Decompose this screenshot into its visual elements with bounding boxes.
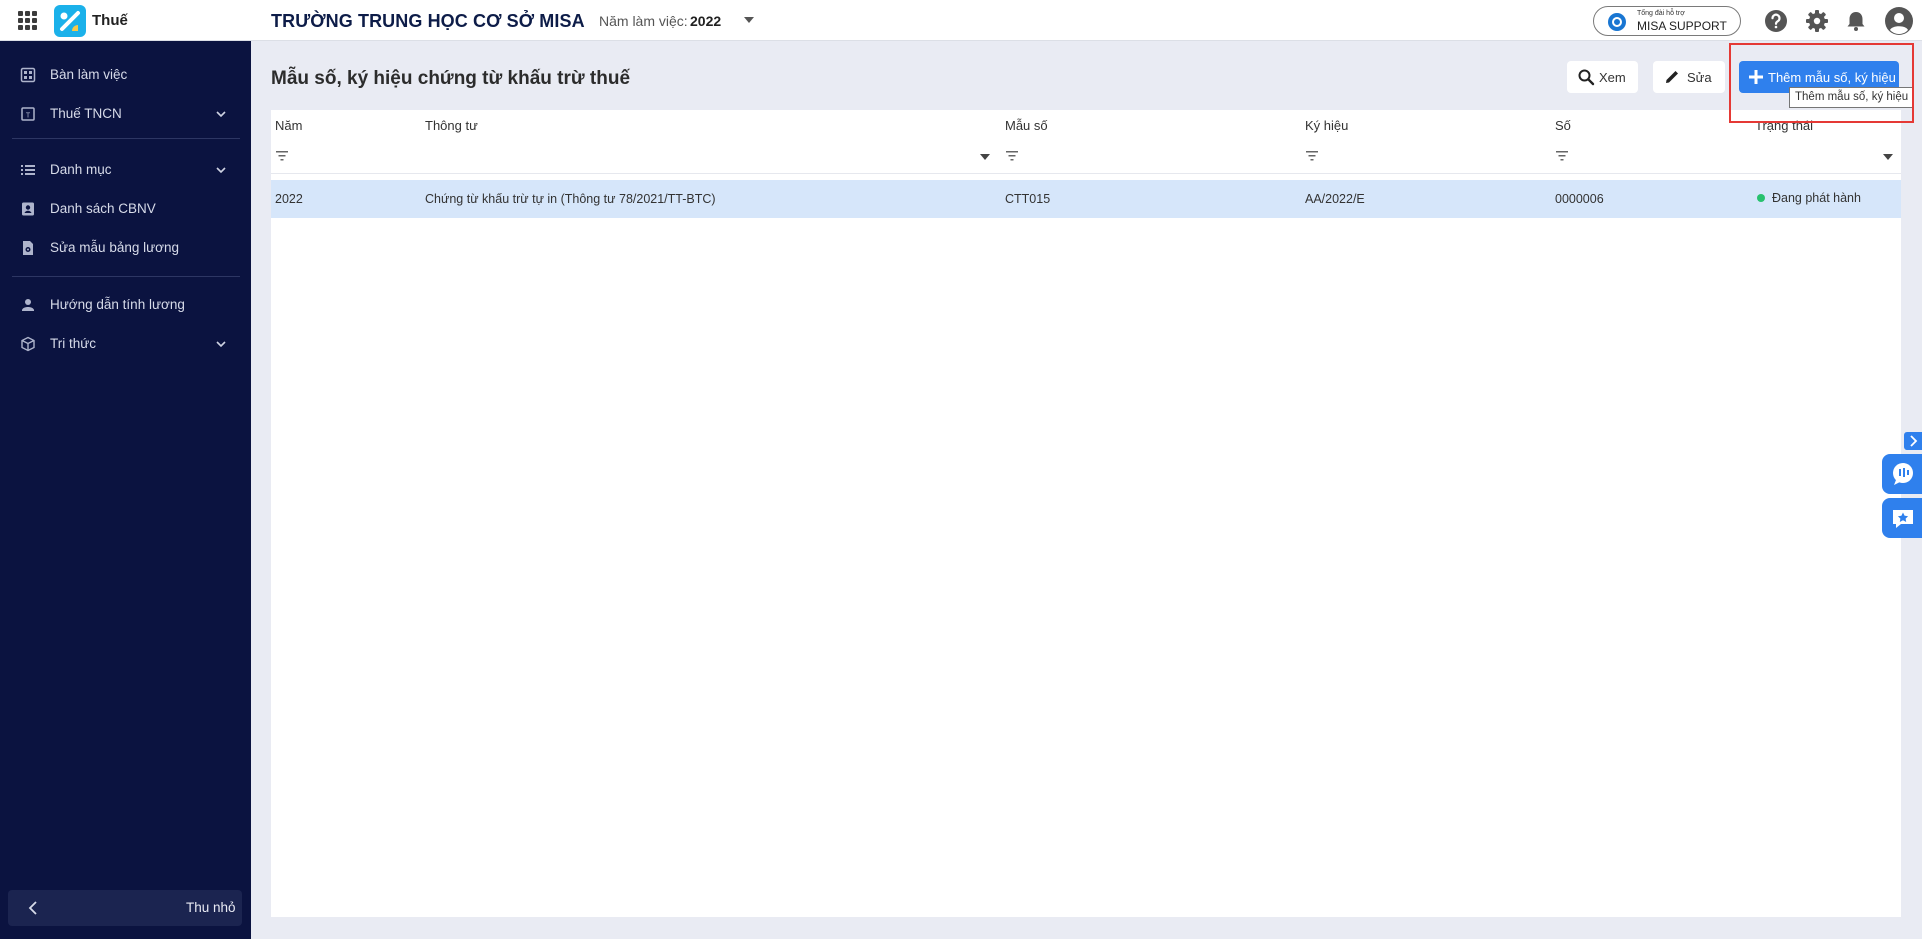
support-label: MISA SUPPORT <box>1637 19 1727 33</box>
search-icon <box>1578 69 1595 86</box>
filter-year[interactable] <box>271 140 421 174</box>
sidebar-item-label: Tri thức <box>50 336 97 351</box>
pencil-icon <box>1666 71 1678 83</box>
filter-icon <box>276 151 288 161</box>
sidebar-item-dashboard[interactable]: Bàn làm việc <box>0 60 251 90</box>
edit-button[interactable]: Sửa <box>1653 61 1725 93</box>
app-name: Thuế <box>92 12 128 29</box>
dashboard-icon <box>20 67 36 83</box>
column-header-circular[interactable]: Thông tư <box>425 118 478 133</box>
column-header-status[interactable]: Trạng thái <box>1755 118 1813 133</box>
filter-icon <box>1006 151 1018 161</box>
chevron-down-icon <box>216 167 226 174</box>
bell-icon[interactable] <box>1843 8 1869 34</box>
edit-button-label: Sửa <box>1687 70 1712 85</box>
help-icon[interactable] <box>1763 8 1789 34</box>
working-year-value[interactable]: 2022 <box>690 13 721 29</box>
top-bar: Thuế TRƯỜNG TRUNG HỌC CƠ SỞ MISA Năm làm… <box>0 0 1922 41</box>
chevron-right-icon <box>1910 435 1918 447</box>
collapse-label: Thu nhỏ <box>186 900 236 915</box>
sidebar-item-edit-payroll-template[interactable]: Sửa mẫu bảng lương <box>0 233 251 263</box>
add-button-label: Thêm mẫu số, ký hiệu <box>1768 70 1896 85</box>
chevron-down-icon[interactable] <box>980 154 990 160</box>
status-dot <box>1757 194 1765 202</box>
expand-widgets-button[interactable] <box>1904 432 1922 450</box>
chevron-down-icon <box>216 341 226 348</box>
column-header-number[interactable]: Số <box>1555 118 1571 133</box>
sidebar-item-label: Thuế TNCN <box>50 106 122 121</box>
sidebar-divider <box>12 276 240 277</box>
add-button-tooltip: Thêm mẫu số, ký hiệu <box>1789 87 1915 108</box>
sidebar-item-label: Sửa mẫu bảng lương <box>50 240 180 255</box>
sidebar-item-categories[interactable]: Danh mục <box>0 155 251 185</box>
sidebar-item-personal-income-tax[interactable]: T Thuế TNCN <box>0 99 251 129</box>
column-header-year[interactable]: Năm <box>275 118 302 133</box>
feedback-star-icon <box>1893 510 1913 528</box>
sidebar-item-payroll-guide[interactable]: Hướng dẫn tính lương <box>0 290 251 320</box>
chat-support-button[interactable] <box>1882 454 1922 494</box>
sidebar-item-knowledge[interactable]: Tri thức <box>0 329 251 359</box>
view-button[interactable]: Xem <box>1567 61 1638 93</box>
form-symbol-table: Năm Thông tư Mẫu số Ký hiệu Số Trạng thá… <box>271 110 1901 917</box>
user-avatar-icon[interactable] <box>1884 6 1914 36</box>
svg-text:T: T <box>26 113 31 120</box>
filter-icon <box>1556 151 1568 161</box>
file-settings-icon <box>23 241 33 255</box>
misa-support-button[interactable]: Tổng đài hỗ trợ MISA SUPPORT <box>1593 6 1741 36</box>
app-launcher-icon[interactable] <box>18 11 38 31</box>
view-button-label: Xem <box>1599 70 1626 85</box>
tax-icon: T <box>21 107 35 121</box>
filter-status[interactable] <box>1751 140 1901 174</box>
plus-icon <box>1749 70 1763 84</box>
table-row[interactable]: 2022 Chứng từ khấu trừ tự in (Thông tư 7… <box>271 180 1901 218</box>
chevron-left-icon <box>28 901 37 915</box>
thue-logo[interactable] <box>54 5 86 37</box>
filter-number[interactable] <box>1551 140 1751 174</box>
cell-circular: Chứng từ khấu trừ tự in (Thông tư 78/202… <box>425 192 716 206</box>
sidebar-item-label: Danh sách CBNV <box>50 201 156 216</box>
cube-icon <box>21 336 35 352</box>
sidebar-item-label: Danh mục <box>50 162 112 177</box>
support-hotline-label: Tổng đài hỗ trợ <box>1637 10 1685 17</box>
cell-status: Đang phát hành <box>1772 191 1861 205</box>
column-header-form-number[interactable]: Mẫu số <box>1005 118 1048 133</box>
sidebar: Bàn làm việc T Thuế TNCN Danh mục Danh s… <box>0 41 251 939</box>
filter-row <box>271 140 1901 174</box>
collapse-sidebar-button[interactable]: Thu nhỏ <box>8 890 242 926</box>
filter-icon <box>1306 151 1318 161</box>
column-header-symbol[interactable]: Ký hiệu <box>1305 118 1348 133</box>
cell-number: 0000006 <box>1555 192 1604 206</box>
chat-icon <box>1893 463 1913 485</box>
chevron-down-icon <box>216 111 226 118</box>
cell-symbol: AA/2022/E <box>1305 192 1365 206</box>
working-year-label: Năm làm việc: <box>599 13 688 29</box>
contact-icon <box>22 202 34 216</box>
chevron-down-icon[interactable] <box>1883 154 1893 160</box>
gear-icon[interactable] <box>1804 8 1830 34</box>
cell-year: 2022 <box>275 192 303 206</box>
sidebar-divider <box>12 138 240 139</box>
page-title: Mẫu số, ký hiệu chứng từ khấu trừ thuế <box>271 68 631 89</box>
cell-form-number: CTT015 <box>1005 192 1051 206</box>
feedback-button[interactable] <box>1882 498 1922 538</box>
organization-name: TRƯỜNG TRUNG HỌC CƠ SỞ MISA <box>271 11 585 31</box>
phone-icon <box>1608 13 1626 31</box>
filter-form-number[interactable] <box>1001 140 1301 174</box>
filter-symbol[interactable] <box>1301 140 1551 174</box>
filter-circular[interactable] <box>421 140 1001 174</box>
list-icon <box>21 165 35 175</box>
sidebar-item-label: Hướng dẫn tính lương <box>50 297 185 312</box>
sidebar-item-label: Bàn làm việc <box>50 67 128 82</box>
guide-icon <box>22 299 34 311</box>
chevron-down-icon[interactable] <box>744 17 754 23</box>
sidebar-item-employee-list[interactable]: Danh sách CBNV <box>0 194 251 224</box>
